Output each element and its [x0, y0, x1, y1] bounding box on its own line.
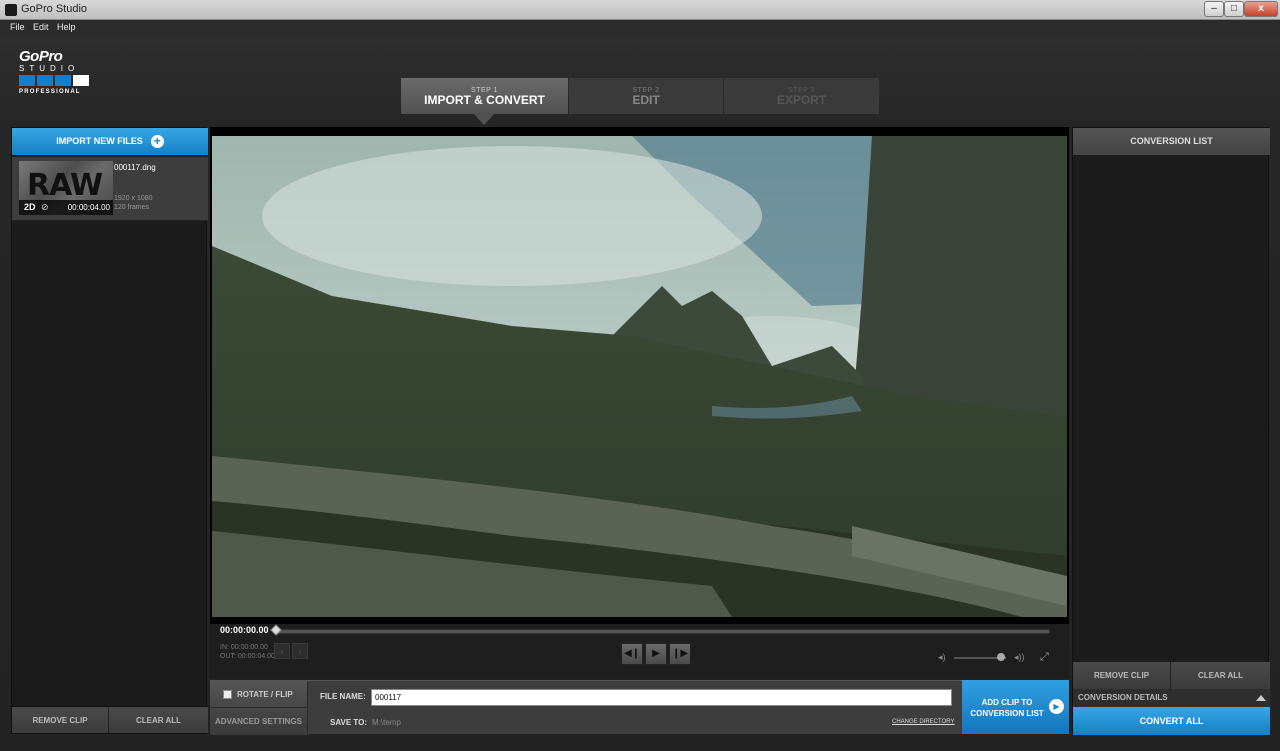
active-step-pointer: [474, 114, 494, 125]
gopro-studio-logo: GoPro STUDIO PROFESSIONAL: [19, 48, 94, 103]
window-titlebar: GoPro Studio – □ x: [0, 0, 1280, 20]
mark-out-button[interactable]: ›: [292, 643, 308, 659]
mode-2d-badge: 2D: [24, 202, 36, 212]
import-new-files-button[interactable]: IMPORT NEW FILES +: [12, 128, 208, 155]
file-name-input[interactable]: [371, 689, 952, 706]
clip-resolution: 1920 x 1080: [114, 195, 153, 202]
import-label: IMPORT NEW FILES: [56, 136, 143, 146]
menu-edit[interactable]: Edit: [33, 22, 49, 32]
clip-thumbnail: RAW 2D ⊘ 00:00:04.00: [19, 161, 113, 215]
link-icon: ⊘: [41, 202, 49, 212]
logo-brand: GoPro: [19, 48, 63, 65]
logo-square: [55, 75, 71, 86]
logo-studio: STUDIO: [19, 64, 80, 73]
logo-squares: [19, 75, 94, 86]
clip-filename: 000117.dng: [114, 163, 156, 172]
step-label: EDIT: [632, 93, 660, 107]
clip-list-item[interactable]: RAW 2D ⊘ 00:00:04.00 000117.dng 1920 x 1…: [12, 157, 208, 221]
menu-file[interactable]: File: [10, 22, 25, 32]
step-number: STEP 3: [788, 87, 815, 94]
maximize-button[interactable]: □: [1224, 1, 1244, 17]
in-point: IN: 00:00:00.00: [220, 644, 268, 651]
add-clip-label: ADD CLIP TO CONVERSION LIST: [970, 698, 1044, 718]
out-point: OUT: 00:00:04.00: [220, 653, 275, 660]
step-edit[interactable]: STEP 2 EDIT: [569, 78, 723, 114]
clip-frames: 120 frames: [114, 204, 150, 211]
advanced-settings-button[interactable]: ADVANCED SETTINGS: [210, 708, 308, 735]
minimize-button[interactable]: –: [1204, 1, 1224, 17]
conversion-clear-all-button[interactable]: CLEAR ALL: [1171, 662, 1270, 689]
logo-edition: PROFESSIONAL: [19, 89, 81, 95]
next-frame-button[interactable]: ❙▶: [669, 643, 691, 665]
logo-square: [19, 75, 35, 86]
step-label: EXPORT: [776, 93, 827, 107]
video-frame-image: [212, 136, 1067, 617]
clear-all-button[interactable]: CLEAR ALL: [109, 707, 208, 733]
clip-duration: 00:00:04.00: [67, 203, 110, 212]
preview-area: 00:00:00.00 IN: 00:00:00.00 OUT: 00:00:0…: [210, 127, 1069, 679]
raw-badge: RAW: [27, 168, 103, 203]
video-preview[interactable]: [212, 136, 1067, 617]
save-to-path: M:\temp: [372, 718, 401, 727]
menu-help[interactable]: Help: [57, 22, 76, 32]
play-button[interactable]: ▶: [645, 643, 667, 665]
conversion-details-label: CONVERSION DETAILS: [1078, 693, 1168, 702]
step-label: IMPORT & CONVERT: [424, 93, 545, 107]
step-export: STEP 3 EXPORT: [724, 78, 879, 114]
conversion-list-header: CONVERSION LIST: [1073, 128, 1270, 155]
rotate-flip-checkbox[interactable]: [223, 690, 232, 699]
volume-handle[interactable]: [996, 653, 1005, 661]
step-import-convert[interactable]: STEP 1 IMPORT & CONVERT: [401, 78, 568, 114]
step-number: STEP 2: [632, 87, 660, 94]
change-directory-link[interactable]: CHANGE DIRECTORY: [892, 719, 954, 725]
conversion-list-panel: CONVERSION LIST REMOVE CLIP CLEAR ALL CO…: [1072, 127, 1270, 735]
logo-square: [37, 75, 53, 86]
menu-bar: File Edit Help: [0, 20, 1280, 36]
plus-icon: +: [150, 135, 164, 149]
logo-square: [73, 75, 89, 86]
fullscreen-icon[interactable]: ⤢: [1040, 651, 1049, 664]
previous-frame-button[interactable]: ◀❙: [621, 643, 643, 665]
playback-controls: 00:00:00.00 IN: 00:00:00.00 OUT: 00:00:0…: [210, 624, 1069, 679]
play-circle-icon: ▶: [1049, 699, 1064, 714]
volume-low-icon: ◂): [938, 652, 946, 662]
in-out-points: IN: 00:00:00.00 OUT: 00:00:04.00: [220, 643, 275, 661]
app-icon: [5, 4, 17, 16]
window-title: GoPro Studio: [21, 3, 88, 15]
rotate-flip-label: ROTATE / FLIP: [237, 690, 293, 699]
mark-in-button[interactable]: ‹: [274, 643, 290, 659]
conversion-list-buttons: REMOVE CLIP CLEAR ALL: [1073, 662, 1270, 689]
caret-up-icon: [1256, 695, 1266, 701]
timeline-scrubber[interactable]: [276, 629, 1050, 634]
thumbnail-info-bar: 2D ⊘ 00:00:04.00: [19, 200, 113, 215]
convert-all-button[interactable]: CONVERT ALL: [1073, 707, 1270, 735]
file-name-label: FILE NAME:: [320, 692, 366, 701]
volume-high-icon: ◂)): [1014, 652, 1025, 662]
remove-clip-button[interactable]: REMOVE CLIP: [12, 707, 109, 733]
conversion-remove-clip-button[interactable]: REMOVE CLIP: [1073, 662, 1171, 689]
conversion-details-toggle[interactable]: CONVERSION DETAILS: [1073, 689, 1270, 707]
current-timecode: 00:00:00.00: [220, 625, 269, 635]
rotate-flip-toggle[interactable]: ROTATE / FLIP: [210, 681, 308, 708]
clip-library-panel: IMPORT NEW FILES + RAW 2D ⊘ 00:00:04.00 0…: [11, 127, 208, 734]
conversion-settings-bar: ROTATE / FLIP ADVANCED SETTINGS FILE NAM…: [210, 680, 962, 735]
left-panel-footer: REMOVE CLIP CLEAR ALL: [12, 706, 208, 733]
step-number: STEP 1: [471, 87, 498, 94]
close-button[interactable]: x: [1244, 1, 1278, 17]
add-clip-to-conversion-list-button[interactable]: ADD CLIP TO CONVERSION LIST ▶: [962, 680, 1069, 734]
save-to-label: SAVE TO:: [330, 718, 368, 727]
